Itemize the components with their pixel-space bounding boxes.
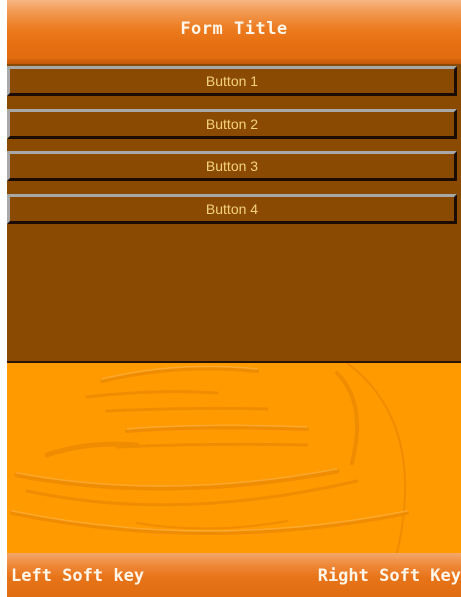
button-2[interactable]: Button 2 (7, 109, 457, 139)
button-4-label: Button 4 (205, 201, 259, 217)
right-soft-key[interactable]: Right Soft Key (318, 566, 461, 586)
button-4[interactable]: Button 4 (7, 194, 457, 224)
button-3-label: Button 3 (205, 158, 259, 174)
button-2-label: Button 2 (205, 116, 259, 132)
coffee-cup-watermark-icon (10, 363, 409, 553)
button-1[interactable]: Button 1 (7, 66, 457, 96)
button-3[interactable]: Button 3 (7, 151, 457, 181)
left-soft-key[interactable]: Left Soft key (11, 566, 144, 586)
phone-screen: Form Title Button 1 Button 2 Button 3 Bu… (7, 0, 461, 597)
soft-key-bar: Left Soft key Right Soft Key (7, 553, 461, 597)
form-title-bar: Form Title (7, 0, 461, 64)
background-art (7, 363, 461, 553)
form-title: Form Title (180, 19, 288, 39)
form-content: Button 1 Button 2 Button 3 Button 4 (7, 64, 461, 363)
button-1-label: Button 1 (205, 73, 259, 89)
